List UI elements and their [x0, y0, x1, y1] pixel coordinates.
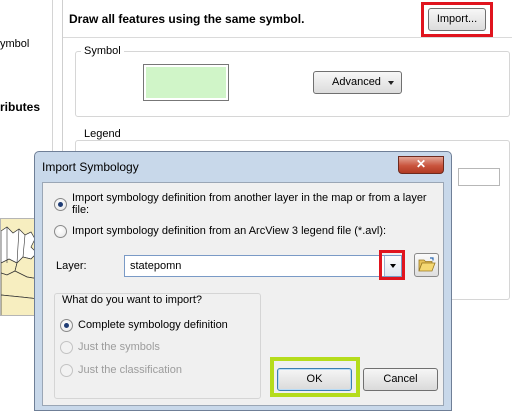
import-options-label: What do you want to import? — [60, 294, 205, 306]
symbol-group-label: Symbol — [81, 45, 124, 57]
close-button[interactable]: ✕ — [398, 156, 444, 174]
option-just-classification-label: Just the classification — [78, 364, 182, 376]
radio-button[interactable] — [54, 224, 67, 238]
option-complete-definition-label: Complete symbology definition — [78, 319, 228, 331]
layer-dropdown[interactable]: statepomn — [124, 255, 402, 277]
radio-button-checked[interactable] — [60, 318, 73, 332]
open-folder-icon — [418, 257, 436, 272]
radio-button-checked[interactable] — [54, 197, 67, 211]
import-symbology-dialog: Import Symbology ✕ Import symbology defi… — [34, 151, 452, 411]
cancel-button[interactable]: Cancel — [363, 368, 438, 391]
dropdown-arrow-highlight — [379, 250, 405, 280]
map-preview-thumbnail — [0, 218, 38, 316]
dialog-title: Import Symbology — [42, 160, 139, 174]
option-just-classification: Just the classification — [60, 362, 182, 378]
advanced-button[interactable]: Advanced — [313, 71, 402, 94]
option-import-from-layer[interactable]: Import symbology definition from another… — [54, 192, 443, 216]
symbol-swatch[interactable] — [143, 64, 229, 101]
import-button-highlight — [421, 2, 493, 37]
close-icon: ✕ — [415, 157, 427, 171]
radio-button-disabled — [60, 340, 73, 354]
ok-button-highlight — [270, 357, 360, 397]
option-import-from-layer-label: Import symbology definition from another… — [72, 192, 427, 216]
symbology-description: Draw all features using the same symbol. — [69, 12, 305, 26]
dialog-body: Import symbology definition from another… — [42, 182, 444, 406]
category-item-symbol[interactable]: ymbol — [0, 38, 29, 50]
symbol-group — [75, 51, 510, 117]
dropdown-caret-icon — [388, 81, 394, 85]
option-just-symbols: Just the symbols — [60, 339, 160, 355]
layer-label: Layer: — [56, 260, 87, 272]
option-complete-definition[interactable]: Complete symbology definition — [60, 317, 228, 333]
radio-button-disabled — [60, 363, 73, 377]
category-item-attributes[interactable]: ributes — [0, 100, 40, 114]
browse-button[interactable] — [414, 253, 439, 277]
layer-dropdown-value: statepomn — [130, 260, 182, 272]
advanced-button-label: Advanced — [332, 76, 381, 88]
option-just-symbols-label: Just the symbols — [78, 341, 160, 353]
legend-group-label: Legend — [81, 128, 124, 140]
option-import-from-avl[interactable]: Import symbology definition from an ArcV… — [54, 223, 386, 239]
legend-label-field[interactable] — [458, 168, 500, 186]
option-import-from-avl-label: Import symbology definition from an ArcV… — [72, 225, 387, 237]
symbology-header: Draw all features using the same symbol.… — [63, 0, 512, 38]
